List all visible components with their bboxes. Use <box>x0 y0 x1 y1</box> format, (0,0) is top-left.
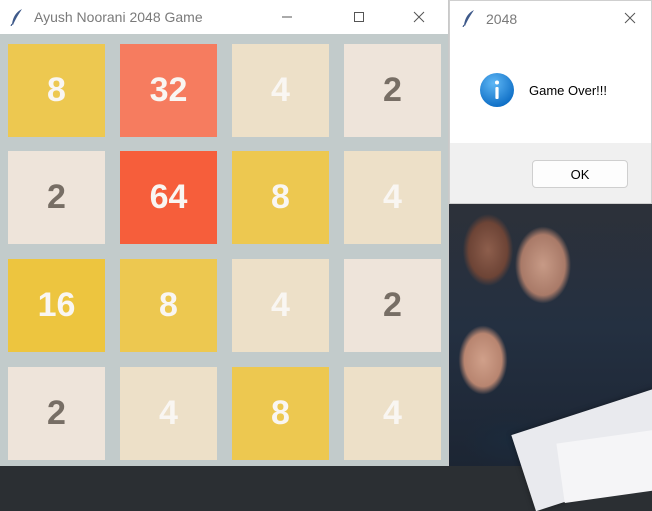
window-title: Ayush Noorani 2048 Game <box>34 9 203 25</box>
dialog-message: Game Over!!! <box>529 83 608 98</box>
maximize-button[interactable] <box>336 0 382 34</box>
close-icon <box>624 12 636 24</box>
title-bar[interactable]: Ayush Noorani 2048 Game <box>0 0 448 34</box>
close-icon <box>413 11 425 23</box>
game-board: 8 32 4 2 2 64 8 4 16 8 4 2 2 4 8 4 <box>0 34 448 466</box>
tile: 8 <box>232 151 329 244</box>
tile: 8 <box>120 259 217 352</box>
game-window: Ayush Noorani 2048 Game 8 32 4 2 2 64 8 4 16 8 4 2 2… <box>0 0 449 466</box>
tile: 8 <box>8 44 105 137</box>
tile: 4 <box>232 259 329 352</box>
dialog-close-button[interactable] <box>615 5 645 31</box>
tile: 2 <box>8 367 105 460</box>
maximize-icon <box>354 12 364 22</box>
tile: 2 <box>8 151 105 244</box>
tile: 8 <box>232 367 329 460</box>
close-button[interactable] <box>396 0 442 34</box>
tile: 2 <box>344 259 441 352</box>
minimize-button[interactable] <box>264 0 310 34</box>
tile: 4 <box>120 367 217 460</box>
tile: 4 <box>232 44 329 137</box>
tile: 2 <box>344 44 441 137</box>
game-over-dialog: 2048 Game Over!!! OK <box>449 0 652 204</box>
info-icon <box>480 73 514 107</box>
tile: 32 <box>120 44 217 137</box>
minimize-icon <box>282 16 292 18</box>
tile: 16 <box>8 259 105 352</box>
tile: 4 <box>344 151 441 244</box>
tile: 64 <box>120 151 217 244</box>
feather-icon <box>10 9 22 26</box>
feather-icon <box>462 10 474 27</box>
dialog-footer: OK <box>450 143 651 203</box>
ok-button[interactable]: OK <box>532 160 628 188</box>
tile: 4 <box>344 367 441 460</box>
dialog-title: 2048 <box>486 11 518 27</box>
